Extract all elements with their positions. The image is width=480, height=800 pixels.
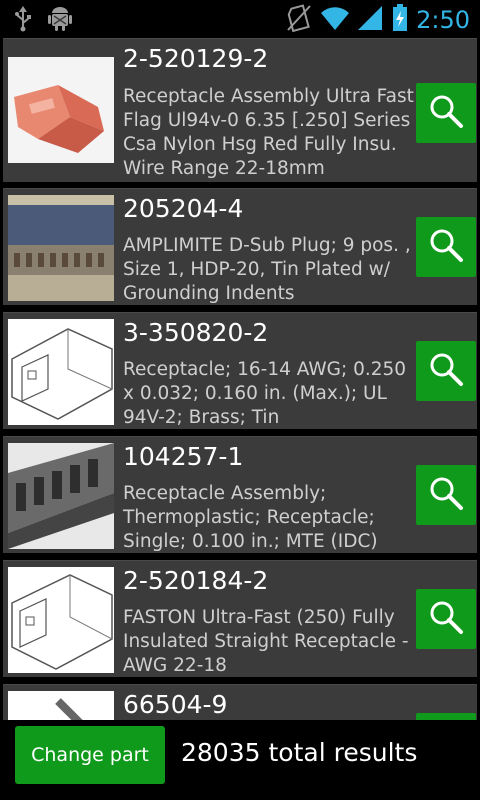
magnifier-icon — [428, 351, 464, 391]
part-description: Receptacle Assembly; Thermoplastic; Rece… — [123, 483, 378, 552]
search-button[interactable] — [416, 465, 476, 525]
magnifier-icon — [428, 93, 464, 133]
search-button[interactable] — [416, 217, 476, 277]
part-thumbnail — [8, 443, 114, 549]
total-results-label: 28035 total results — [181, 738, 418, 767]
bottom-bar: Change part 28035 total results — [0, 720, 480, 800]
result-row[interactable]: 2-520129-2 Receptacle Assembly Ultra Fas… — [3, 38, 477, 182]
search-button[interactable] — [416, 589, 476, 649]
result-row[interactable]: 3-350820-2 Receptacle; 16-14 AWG; 0.250 … — [3, 312, 477, 429]
part-thumbnail — [8, 195, 114, 301]
magnifier-icon — [428, 475, 464, 515]
part-thumbnail — [8, 57, 114, 163]
part-thumbnail — [8, 691, 114, 720]
android-debug-icon — [48, 6, 72, 36]
result-row[interactable]: 104257-1 Receptacle Assembly; Thermoplas… — [3, 436, 477, 553]
part-number: 3-350820-2 — [123, 318, 269, 347]
part-description: Receptacle; 16-14 AWG; 0.250 x 0.032; 0.… — [123, 359, 407, 428]
result-row[interactable]: 205204-4 AMPLIMITE D-Sub Plug; 9 pos. , … — [3, 188, 477, 305]
result-row[interactable]: 2-520184-2 FASTON Ultra-Fast (250) Fully… — [3, 560, 477, 677]
status-clock: 2:50 — [416, 6, 470, 34]
no-sim-icon — [286, 4, 312, 36]
part-number: 104257-1 — [123, 442, 244, 471]
search-button[interactable] — [416, 713, 476, 720]
part-number: 66504-9 — [123, 690, 228, 719]
battery-charging-icon — [392, 4, 408, 36]
part-description: Receptacle Assembly Ultra Fast Flag Ul94… — [123, 86, 414, 179]
result-row[interactable]: 66504-9 — [3, 684, 477, 720]
search-button[interactable] — [416, 341, 476, 401]
part-description: FASTON Ultra-Fast (250) Fully Insulated … — [123, 607, 409, 676]
status-bar: 2:50 — [0, 0, 480, 38]
part-number: 2-520184-2 — [123, 566, 269, 595]
magnifier-icon — [428, 599, 464, 639]
part-thumbnail — [8, 567, 114, 673]
part-thumbnail — [8, 319, 114, 425]
change-part-button[interactable]: Change part — [15, 726, 165, 784]
part-description: AMPLIMITE D-Sub Plug; 9 pos. , Size 1, H… — [123, 235, 411, 304]
search-button[interactable] — [416, 83, 476, 143]
wifi-icon — [320, 5, 350, 35]
magnifier-icon — [428, 227, 464, 267]
part-number: 2-520129-2 — [123, 44, 269, 73]
signal-icon — [358, 5, 384, 35]
results-list[interactable]: 2-520129-2 Receptacle Assembly Ultra Fas… — [0, 38, 480, 720]
part-number: 205204-4 — [123, 194, 244, 223]
usb-icon — [14, 6, 32, 36]
